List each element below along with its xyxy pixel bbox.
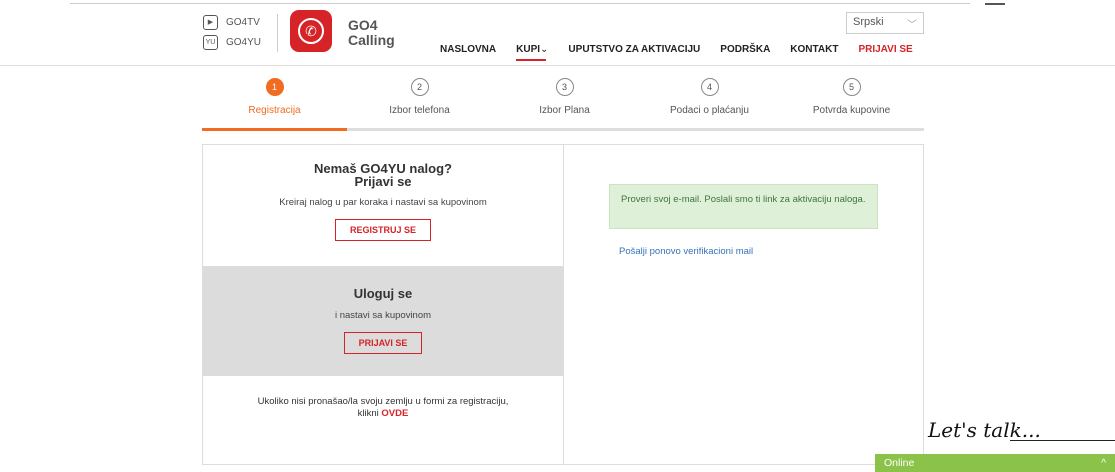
yu-icon: YU: [203, 34, 218, 50]
step-number: 1: [265, 78, 284, 96]
chat-decoration-line: [1010, 440, 1115, 441]
phone-icon: ✆: [298, 18, 324, 44]
step-number: 4: [700, 78, 719, 96]
step-number: 2: [410, 78, 429, 96]
go4calling-logo[interactable]: ✆: [290, 10, 332, 52]
nav-naslovna[interactable]: NASLOVNA: [440, 44, 496, 55]
register-button[interactable]: REGISTRUJ SE: [334, 219, 431, 241]
login-description: i nastavi sa kupovinom: [334, 310, 432, 321]
step-progress-fill: [202, 128, 347, 131]
login-title: Uloguj se: [353, 286, 413, 301]
brand-label: GO4TV: [226, 16, 260, 28]
register-description: Kreiraj nalog u par koraka i nastavi sa …: [279, 197, 487, 208]
step-potvrda-kupovine[interactable]: 5 Potvrda kupovine: [779, 78, 924, 116]
checkout-steps: 1 Registracija 2 Izbor telefona 3 Izbor …: [202, 78, 924, 131]
login-button[interactable]: PRIJAVI SE: [343, 332, 423, 354]
step-label: Potvrda kupovine: [812, 105, 891, 116]
step-progress-bar: [202, 128, 924, 131]
nav-login[interactable]: PRIJAVI SE: [858, 44, 912, 55]
language-value: Srpski: [853, 16, 884, 28]
register-section: Nemaš GO4YU nalog? Prijavi se Kreiraj nal…: [203, 145, 563, 266]
header-rule: [0, 65, 1115, 66]
browser-edge-line: [70, 3, 970, 4]
step-number: 3: [555, 78, 574, 96]
chevron-down-icon: ⌄: [540, 44, 549, 55]
step-label: Izbor telefona: [389, 105, 450, 116]
step-izbor-plana[interactable]: 3 Izbor Plana: [492, 78, 637, 116]
step-registracija[interactable]: 1 Registracija: [202, 78, 347, 116]
lets-talk-tagline: Let's talk...: [928, 418, 1041, 442]
header-divider: [277, 14, 278, 52]
step-izbor-telefona[interactable]: 2 Izbor telefona: [347, 78, 492, 116]
logo-text: GO4 Calling: [348, 17, 395, 48]
step-label: Registracija: [248, 105, 301, 116]
main-nav: NASLOVNA KUPI⌄ UPUTSTVO ZA AKTIVACIJU PO…: [440, 44, 913, 61]
brand-go4tv[interactable]: ▶ GO4TV: [203, 12, 261, 32]
step-label: Izbor Plana: [539, 105, 590, 116]
language-select[interactable]: Srpski ﹀: [846, 12, 924, 34]
step-label: Podaci o plaćanju: [670, 105, 749, 116]
email-sent-alert: Proveri svoj e-mail. Poslali smo ti link…: [609, 184, 878, 229]
nav-kontakt[interactable]: KONTAKT: [790, 44, 838, 55]
country-here-link[interactable]: OVDE: [381, 408, 408, 419]
brand-label: GO4YU: [226, 36, 262, 48]
nav-kupi[interactable]: KUPI⌄: [516, 44, 549, 61]
register-title: Nemaš GO4YU nalog? Prijavi se: [314, 161, 452, 189]
play-icon: ▶: [203, 14, 218, 30]
chat-status: Online: [884, 457, 915, 469]
resend-verification-link[interactable]: Pošalji ponovo verifikacioni mail: [619, 246, 753, 257]
country-note: Ukoliko nisi pronašao/la svoju zemlju u …: [257, 396, 509, 419]
nav-uputstvo[interactable]: UPUTSTVO ZA AKTIVACIJU: [568, 44, 700, 55]
nav-podrska[interactable]: PODRŠKA: [720, 44, 770, 55]
chevron-up-icon[interactable]: ^: [1101, 457, 1106, 469]
account-panel: Nemaš GO4YU nalog? Prijavi se Kreiraj nal…: [202, 144, 564, 465]
login-section: Uloguj se i nastavi sa kupovinom PRIJAVI…: [203, 266, 563, 376]
brand-switcher: ▶ GO4TV YU GO4YU: [203, 12, 261, 52]
verification-panel: Proveri svoj e-mail. Poslali smo ti link…: [563, 144, 924, 465]
brand-go4yu[interactable]: YU GO4YU: [203, 32, 261, 52]
live-chat-bar[interactable]: Online ^: [875, 454, 1115, 472]
step-podaci-o-placanju[interactable]: 4 Podaci o plaćanju: [637, 78, 782, 116]
step-number: 5: [842, 78, 861, 96]
window-minimize-mark: [985, 3, 1005, 5]
chevron-down-icon: ﹀: [907, 20, 917, 31]
